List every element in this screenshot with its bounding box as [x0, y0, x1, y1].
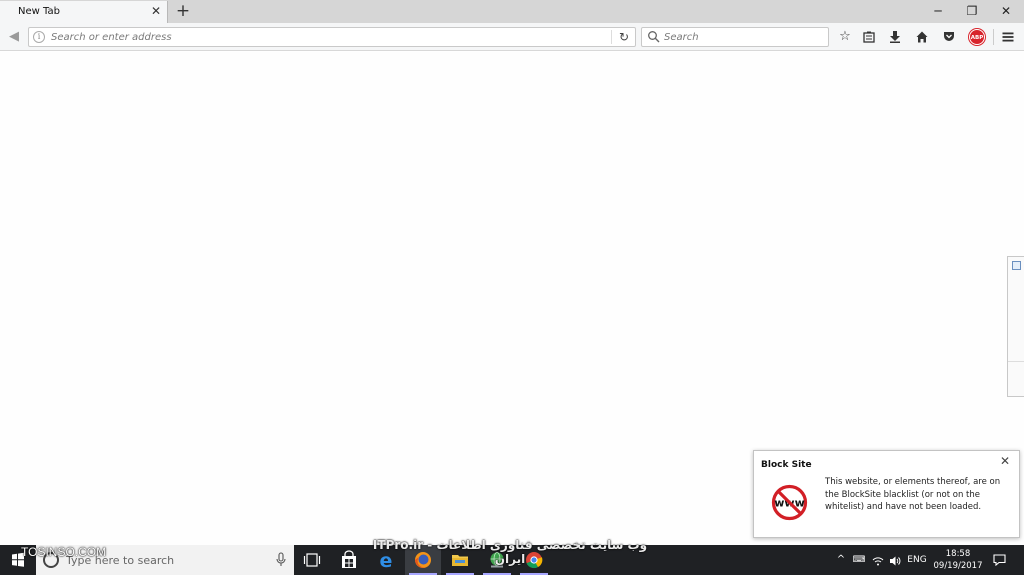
- task-view-icon: [303, 553, 321, 567]
- url-bar-divider: [611, 30, 612, 44]
- side-panel-divider: [1008, 361, 1024, 362]
- bookmarks-menu-icon[interactable]: [860, 28, 878, 46]
- watermark-center: ITPro.ir - وب سایت تخصصی فناوری اطلاعات …: [372, 538, 648, 566]
- watermark-left: TOSINSO.COM: [21, 545, 107, 559]
- wifi-icon[interactable]: [870, 545, 886, 575]
- url-input[interactable]: [51, 30, 611, 45]
- bookmark-star-icon[interactable]: ☆: [836, 28, 854, 46]
- tab-close-icon[interactable]: ✕: [149, 4, 163, 18]
- restore-icon[interactable]: ❐: [962, 2, 982, 20]
- block-site-notification: Block Site ✕ www This website, or elemen…: [753, 450, 1020, 538]
- side-panel-tab[interactable]: [1007, 256, 1024, 397]
- show-hidden-icons-icon[interactable]: ^: [834, 545, 848, 575]
- minimize-icon[interactable]: ─: [928, 2, 948, 20]
- download-icon[interactable]: [886, 28, 904, 46]
- task-view-button[interactable]: [294, 545, 330, 575]
- home-icon[interactable]: [913, 28, 931, 46]
- pocket-icon[interactable]: [940, 28, 958, 46]
- navigation-toolbar: ◀ i ↻ ☆ ABP: [0, 23, 1024, 51]
- side-panel-icon: [1012, 261, 1021, 270]
- language-indicator[interactable]: ENG: [905, 545, 929, 575]
- tab-strip: New Tab ✕ + ─ ❐ ✕: [0, 0, 1024, 23]
- info-icon[interactable]: i: [33, 31, 45, 43]
- new-tab-button[interactable]: +: [174, 2, 192, 20]
- search-input[interactable]: [664, 30, 824, 45]
- adblock-plus-icon[interactable]: ABP: [969, 29, 985, 45]
- tab-new-tab[interactable]: New Tab ✕: [0, 1, 168, 23]
- notification-title: Block Site: [761, 460, 812, 470]
- input-method-icon[interactable]: ⌨: [851, 545, 867, 575]
- toolbar-divider: [993, 29, 994, 45]
- system-clock[interactable]: 18:58 09/19/2017: [932, 548, 984, 572]
- clock-time: 18:58: [945, 549, 971, 559]
- search-bar[interactable]: [641, 27, 829, 47]
- search-icon: [648, 31, 660, 43]
- hamburger-menu-icon[interactable]: [999, 28, 1017, 46]
- screen: New Tab ✕ + ─ ❐ ✕ ◀ i ↻ ☆: [0, 0, 1024, 575]
- tab-title: New Tab: [18, 6, 60, 17]
- reload-icon[interactable]: ↻: [615, 29, 633, 45]
- blocked-www-icon: www: [771, 484, 808, 521]
- window-close-icon[interactable]: ✕: [996, 2, 1016, 20]
- back-arrow-icon[interactable]: ◀: [5, 28, 23, 46]
- volume-icon[interactable]: [887, 545, 903, 575]
- action-center-icon[interactable]: [990, 545, 1008, 575]
- microphone-icon[interactable]: [274, 552, 288, 568]
- notification-message: This website, or elements thereof, are o…: [825, 477, 1001, 512]
- url-bar[interactable]: i ↻: [28, 27, 636, 47]
- clock-date: 09/19/2017: [933, 561, 983, 571]
- notification-close-icon[interactable]: ✕: [998, 454, 1012, 468]
